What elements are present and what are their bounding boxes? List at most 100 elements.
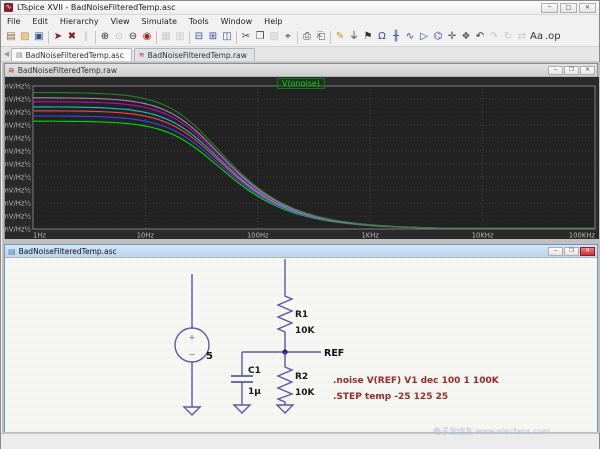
waveform-window-controls: ─❐✕ bbox=[548, 66, 597, 75]
toolbar-icon[interactable] bbox=[236, 31, 237, 44]
toolbar-icon[interactable]: ╫ bbox=[389, 29, 403, 45]
window-control-button[interactable]: ✕ bbox=[580, 247, 595, 256]
toolbar-icon[interactable]: ◉ bbox=[140, 29, 154, 45]
noise-plot: 0nV/Hz½1nV/Hz½2nV/Hz½3nV/Hz½4nV/Hz½5nV/H… bbox=[5, 77, 599, 239]
toolbar-icon[interactable]: ⌖ bbox=[281, 29, 295, 45]
toolbar-icon[interactable]: ⊖ bbox=[126, 29, 140, 45]
toolbar-icon[interactable]: ✂ bbox=[239, 29, 253, 45]
source-plus-sign: + bbox=[189, 333, 196, 342]
trace-label[interactable]: V(onoise) bbox=[277, 78, 325, 89]
toolbar-icon[interactable]: ✖ bbox=[65, 29, 79, 45]
toolbar-icon[interactable] bbox=[297, 31, 298, 44]
y-tick-label: 3nV/Hz½ bbox=[5, 186, 31, 194]
x-tick-label: 10KHz bbox=[472, 232, 494, 240]
toolbar-icon[interactable] bbox=[156, 31, 157, 44]
y-tick-label: 6nV/Hz½ bbox=[5, 147, 31, 155]
schematic-window-controls: ─❐✕ bbox=[548, 247, 597, 256]
toolbar-icon[interactable]: ⊟ bbox=[192, 29, 206, 45]
schematic-window-titlebar[interactable]: ▤ BadNoiseFilteredTemp.asc ─❐✕ bbox=[5, 245, 597, 258]
capacitor-c1[interactable]: C1 1µ bbox=[231, 352, 261, 405]
toolbar-icon[interactable]: ⏚ bbox=[347, 29, 361, 45]
toolbar-icon[interactable]: ▷ bbox=[417, 29, 431, 45]
resistor-r1[interactable]: R1 10K bbox=[278, 259, 316, 352]
toolbar-icon[interactable]: ⇄ bbox=[515, 29, 529, 45]
menu-item[interactable]: Help bbox=[258, 15, 288, 28]
menu-item[interactable]: Hierarchy bbox=[54, 15, 105, 28]
toolbar-icon[interactable]: ❐ bbox=[253, 29, 267, 45]
mdi-area: ≋ BadNoiseFilteredTemp.raw ─❐✕ V(onoise)… bbox=[2, 62, 600, 433]
menu-item[interactable]: Simulate bbox=[136, 15, 183, 28]
toolbar-icon[interactable]: ⊕ bbox=[98, 29, 112, 45]
app-icon: ∿ bbox=[4, 3, 13, 12]
toolbar-icon[interactable]: ▧ bbox=[267, 29, 281, 45]
spice-directive-step[interactable]: .STEP temp -25 125 25 bbox=[333, 392, 448, 402]
waveform-window-titlebar[interactable]: ≋ BadNoiseFilteredTemp.raw ─❐✕ bbox=[5, 64, 597, 77]
c1-name: C1 bbox=[248, 366, 261, 376]
toolbar-icon[interactable] bbox=[330, 31, 331, 44]
toolbar-icon[interactable]: ▣ bbox=[32, 29, 46, 45]
r2-name: R2 bbox=[295, 372, 308, 382]
toolbar-icon[interactable]: ⌬ bbox=[431, 29, 445, 45]
toolbar-icon[interactable]: ⎗ bbox=[314, 29, 328, 45]
document-tab[interactable]: ▤ BadNoiseFilteredTemp.asc bbox=[11, 48, 132, 61]
toolbar-icon[interactable]: ➤ bbox=[51, 29, 65, 45]
ref-net-wire[interactable]: REF bbox=[242, 348, 344, 359]
schematic-canvas[interactable]: + − 5 R1 10K bbox=[5, 258, 597, 432]
menu-item[interactable]: Tools bbox=[183, 15, 215, 28]
document-tab[interactable]: ≋ BadNoiseFilteredTemp.raw bbox=[134, 48, 255, 61]
toolbar-icon[interactable]: ◫ bbox=[220, 29, 234, 45]
menu-item[interactable]: View bbox=[105, 15, 136, 28]
toolbar-icon[interactable] bbox=[189, 31, 190, 44]
toolbar-icon[interactable]: ⊞ bbox=[206, 29, 220, 45]
y-tick-label: 0nV/Hz½ bbox=[5, 225, 31, 233]
resistor-r2[interactable]: R2 10K bbox=[278, 352, 316, 405]
toolbar-icon[interactable]: ❖ bbox=[459, 29, 473, 45]
plot-frame bbox=[33, 86, 595, 229]
toolbar-icon[interactable]: ∥ bbox=[79, 29, 93, 45]
y-tick-label: 7nV/Hz½ bbox=[5, 134, 31, 142]
window-control-button[interactable]: ─ bbox=[541, 3, 558, 13]
waveform-window-title: BadNoiseFilteredTemp.raw bbox=[18, 66, 117, 75]
window-control-button[interactable]: ❐ bbox=[564, 66, 579, 75]
toolbar-icon[interactable]: ↷ bbox=[487, 29, 501, 45]
toolbar-icon[interactable]: ▤ bbox=[4, 29, 18, 45]
ground-symbol[interactable] bbox=[184, 407, 200, 415]
menu-item[interactable]: Edit bbox=[26, 15, 54, 28]
toolbar-icon[interactable]: ✎ bbox=[333, 29, 347, 45]
toolbar-icon[interactable] bbox=[95, 31, 96, 44]
window-control-button[interactable]: ✕ bbox=[580, 66, 595, 75]
r2-value: 10K bbox=[295, 388, 316, 398]
ground-symbol[interactable] bbox=[234, 405, 250, 413]
spice-directive-noise[interactable]: .noise V(REF) V1 dec 100 1 100K bbox=[333, 376, 500, 386]
window-control-button[interactable]: ─ bbox=[548, 66, 563, 75]
toolbar-icon[interactable]: ✛ bbox=[445, 29, 459, 45]
menu-item[interactable]: File bbox=[1, 15, 26, 28]
window-control-button[interactable]: ❐ bbox=[564, 247, 579, 256]
toolbar-icon[interactable]: ▦ bbox=[159, 29, 173, 45]
toolbar-icon[interactable]: ▨ bbox=[18, 29, 32, 45]
window-control-button[interactable]: □ bbox=[560, 3, 577, 13]
tab-scroll-left-icon[interactable]: ◀ bbox=[2, 48, 11, 61]
x-tick-label: 100KHz bbox=[569, 232, 596, 240]
toolbar-icon[interactable]: ∿ bbox=[403, 29, 417, 45]
toolbar-icon[interactable]: ↶ bbox=[473, 29, 487, 45]
window-control-button[interactable]: ✕ bbox=[579, 3, 596, 13]
toolbar-icon[interactable]: ⚑ bbox=[361, 29, 375, 45]
voltage-source-v1[interactable]: + − 5 bbox=[175, 274, 213, 407]
toolbar-icon[interactable]: ⎙ bbox=[300, 29, 314, 45]
ground-symbol[interactable] bbox=[277, 405, 293, 413]
toolbar-icon[interactable]: Ω bbox=[375, 29, 389, 45]
x-tick-label: 1KHz bbox=[361, 232, 379, 240]
toolbar-icon[interactable]: ▥ bbox=[173, 29, 187, 45]
net-label-ref[interactable]: REF bbox=[324, 348, 344, 359]
menu-item[interactable]: Window bbox=[215, 15, 259, 28]
toolbar-icon[interactable]: Aa bbox=[529, 29, 544, 45]
toolbar-icon[interactable] bbox=[48, 31, 49, 44]
toolbar-icon[interactable]: .op bbox=[544, 29, 562, 45]
window-control-button[interactable]: ─ bbox=[548, 247, 563, 256]
toolbar-icon[interactable]: ↻ bbox=[501, 29, 515, 45]
schematic-window-title: BadNoiseFilteredTemp.asc bbox=[19, 247, 117, 256]
y-tick-label: 10nV/Hz½ bbox=[5, 95, 31, 103]
toolbar-icon[interactable]: ⊙ bbox=[112, 29, 126, 45]
file-type-icon: ≋ bbox=[139, 51, 145, 59]
